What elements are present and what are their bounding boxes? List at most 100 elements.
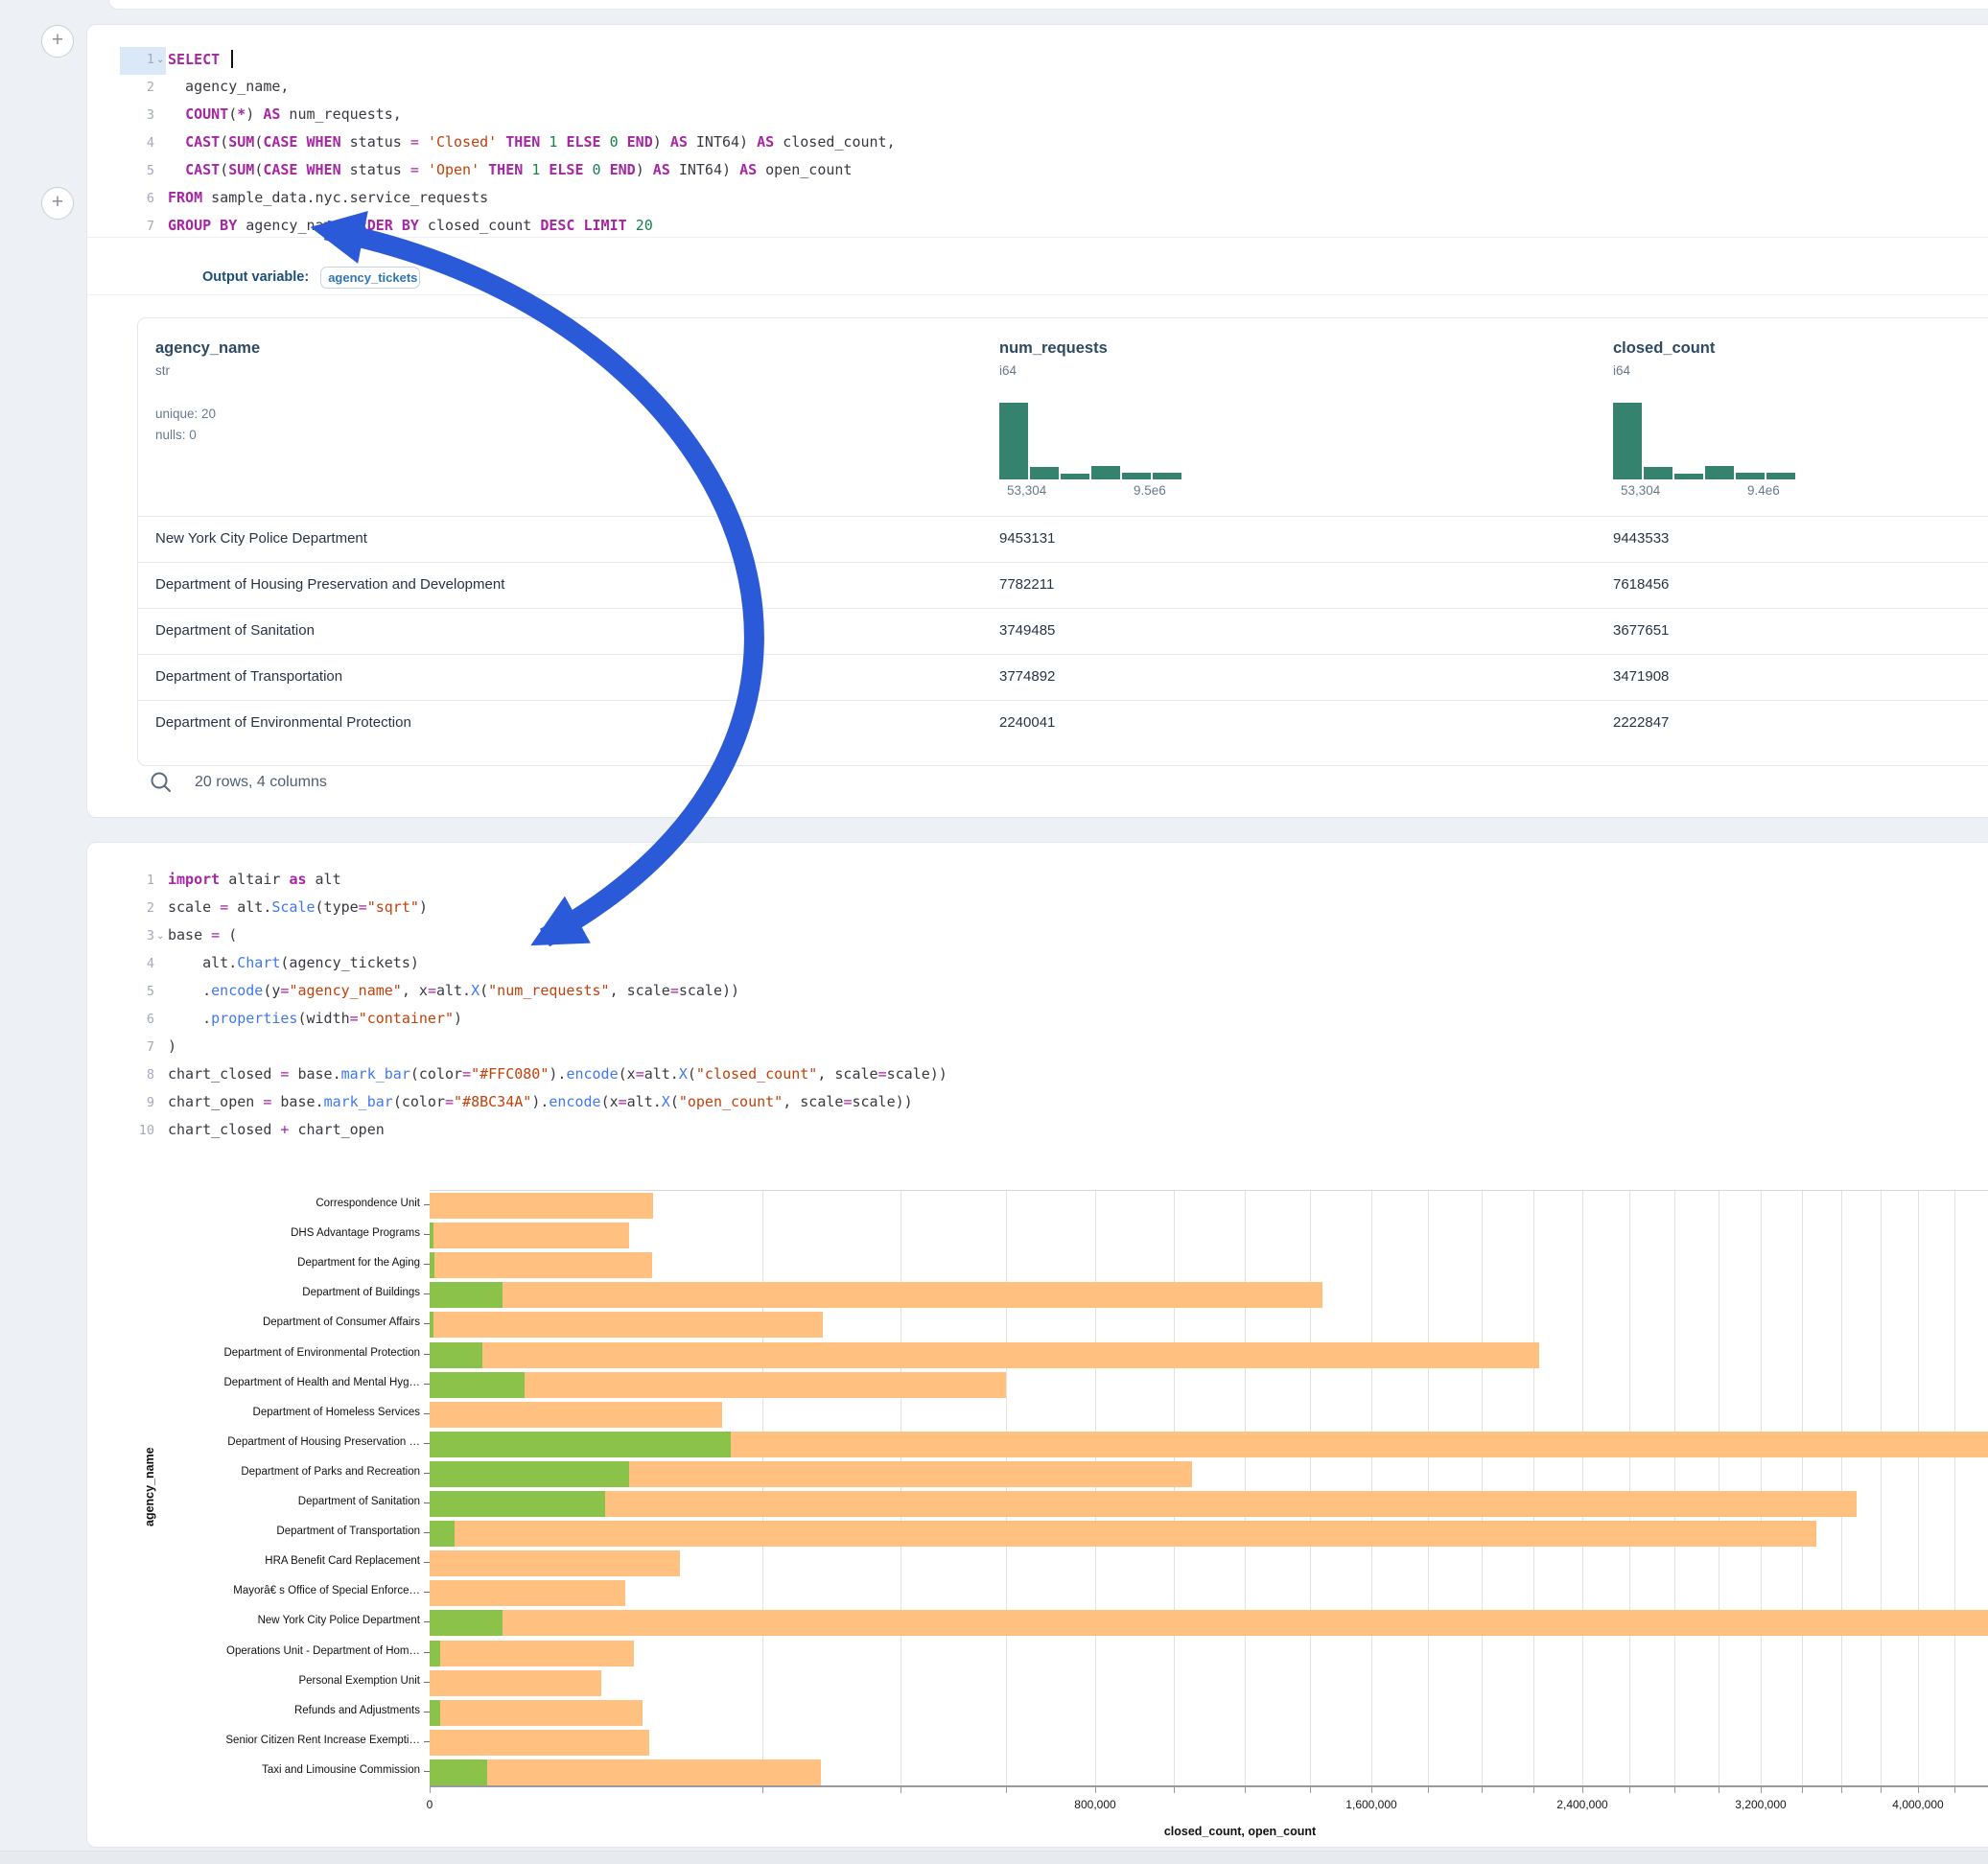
fold-chevron-icon[interactable]: ⌄ xyxy=(156,55,164,65)
y-axis-tick xyxy=(424,1413,430,1414)
gridline xyxy=(1006,1191,1007,1787)
table-row[interactable]: Department of Housing Preservation and D… xyxy=(138,562,1988,609)
y-axis-tick xyxy=(424,1354,430,1355)
code-text: GROUP BY agency_name ORDER BY closed_cou… xyxy=(168,217,653,234)
y-axis-category-label: DHS Advantage Programs xyxy=(87,1227,420,1239)
histogram-bar xyxy=(999,403,1028,479)
code-text: COUNT(*) AS num_requests, xyxy=(168,105,402,123)
closed-count-bar xyxy=(430,1580,625,1606)
gridline xyxy=(1533,1191,1534,1787)
open-count-bar xyxy=(430,1312,433,1338)
output-variable-pill[interactable]: agency_tickets xyxy=(320,267,420,289)
histogram-min-label: 53,304 xyxy=(1007,483,1046,498)
y-axis-tick xyxy=(424,1621,430,1622)
table-cell: 3749485 xyxy=(999,622,1055,639)
table-cell: 7782211 xyxy=(999,576,1054,593)
y-axis-tick xyxy=(424,1652,430,1653)
open-count-bar xyxy=(430,1610,503,1636)
y-axis-tick xyxy=(424,1204,430,1205)
sql-line-4[interactable]: 4 CAST(SUM(CASE WHEN status = 'Closed' T… xyxy=(87,130,1988,158)
y-axis-category-label: New York City Police Department xyxy=(87,1615,420,1626)
table-cell: 3677651 xyxy=(1613,622,1669,639)
output-variable-label: Output variable: xyxy=(202,269,309,285)
y-axis-tick xyxy=(424,1771,430,1772)
y-axis-tick xyxy=(424,1682,430,1683)
y-axis-title: agency_name xyxy=(143,1447,156,1526)
histogram-bar xyxy=(1091,466,1120,479)
histogram-bar xyxy=(1153,473,1181,479)
y-axis-tick xyxy=(424,1562,430,1563)
y-axis-tick xyxy=(424,1592,430,1593)
histogram-bar xyxy=(1644,467,1672,479)
histogram-bar xyxy=(1030,467,1059,479)
histogram-max-label: 9.5e6 xyxy=(1134,483,1166,498)
x-axis-tick-label: 3,200,000 xyxy=(1735,1798,1786,1811)
add-block-button[interactable]: + xyxy=(41,25,74,58)
open-count-bar xyxy=(430,1252,434,1278)
histogram-bar xyxy=(1613,403,1642,479)
histogram-bar xyxy=(1122,473,1151,479)
closed-count-bar xyxy=(430,1670,601,1696)
y-axis-tick xyxy=(424,1384,430,1385)
closed-count-bar xyxy=(430,1491,1857,1517)
x-axis-tick xyxy=(1095,1786,1096,1793)
x-axis-tick xyxy=(1761,1786,1762,1793)
y-axis-category-label: Department of Homeless Services xyxy=(87,1407,420,1418)
column-header-agency_name[interactable]: agency_name xyxy=(155,339,260,358)
table-cell: 2222847 xyxy=(1613,714,1669,731)
line-number: 2 xyxy=(124,80,154,95)
closed-count-bar xyxy=(430,1700,643,1726)
gridline xyxy=(900,1191,901,1787)
table-row[interactable]: Department of Transportation377489234719… xyxy=(138,654,1988,701)
search-icon[interactable] xyxy=(149,770,174,795)
open-count-bar xyxy=(430,1372,525,1398)
x-axis-tick xyxy=(1482,1786,1483,1793)
column-header-closed_count[interactable]: closed_count xyxy=(1613,339,1715,358)
sql-line-6[interactable]: 6FROM sample_data.nyc.service_requests xyxy=(87,186,1988,214)
gridline xyxy=(1245,1191,1246,1787)
column-header-num_requests[interactable]: num_requests xyxy=(999,339,1108,358)
table-row[interactable]: Department of Sanitation37494853677651 xyxy=(138,608,1988,655)
y-axis-category-label: Department of Environmental Protection xyxy=(87,1347,420,1359)
gridline xyxy=(1371,1191,1372,1787)
add-block-button-2[interactable]: + xyxy=(41,187,74,220)
line-number: 5 xyxy=(124,163,154,178)
closed-count-bar xyxy=(430,1730,649,1756)
previous-cell-edge xyxy=(108,0,1988,10)
row-column-count: 20 rows, 4 columns xyxy=(195,774,327,791)
closed-count-bar xyxy=(430,1312,823,1338)
sql-line-1[interactable]: 1⌄SELECT xyxy=(87,47,1988,75)
table-row[interactable]: Department of Environmental Protection22… xyxy=(138,700,1988,747)
histogram-bar xyxy=(1766,473,1795,479)
gridline xyxy=(1954,1191,1955,1787)
sql-line-2[interactable]: 2 agency_name, xyxy=(87,75,1988,103)
x-axis-tick-label: 1,600,000 xyxy=(1345,1798,1396,1811)
y-axis-category-label: Senior Citizen Rent Increase Exempti… xyxy=(87,1735,420,1746)
x-axis-tick xyxy=(1674,1786,1675,1793)
sql-line-5[interactable]: 5 CAST(SUM(CASE WHEN status = 'Open' THE… xyxy=(87,158,1988,186)
divider xyxy=(87,294,1988,295)
x-axis-tick xyxy=(1841,1786,1842,1793)
histogram-bar xyxy=(1705,466,1734,479)
closed-count-bar xyxy=(430,1342,1539,1368)
gridline xyxy=(1629,1191,1630,1787)
x-axis-tick xyxy=(1802,1786,1803,1793)
table-row[interactable]: New York City Police Department945313194… xyxy=(138,516,1988,563)
sql-line-3[interactable]: 3 COUNT(*) AS num_requests, xyxy=(87,103,1988,130)
table-cell: 9443533 xyxy=(1613,530,1669,547)
column-histogram xyxy=(1613,403,1797,479)
gridline xyxy=(1918,1191,1919,1787)
code-text: SELECT xyxy=(168,50,233,68)
gridline xyxy=(1428,1191,1429,1787)
code-text: CAST(SUM(CASE WHEN status = 'Open' THEN … xyxy=(168,161,852,178)
python-cell: 1import altair as alt2scale = alt.Scale(… xyxy=(86,842,1988,1848)
sql-code-editor[interactable]: 1⌄SELECT 2 agency_name,3 COUNT(*) AS num… xyxy=(87,47,1988,242)
column-type: i64 xyxy=(999,363,1017,378)
notebook-page: { "sql_cell": { "lines": [ {"n":"1","fol… xyxy=(0,0,1988,1864)
y-axis-tick xyxy=(424,1264,430,1265)
x-axis-tick xyxy=(762,1786,763,1793)
x-axis-title: closed_count, open_count xyxy=(1164,1825,1316,1838)
x-axis-tick xyxy=(1174,1786,1175,1793)
open-count-bar xyxy=(430,1282,503,1308)
x-axis-tick xyxy=(1881,1786,1882,1793)
